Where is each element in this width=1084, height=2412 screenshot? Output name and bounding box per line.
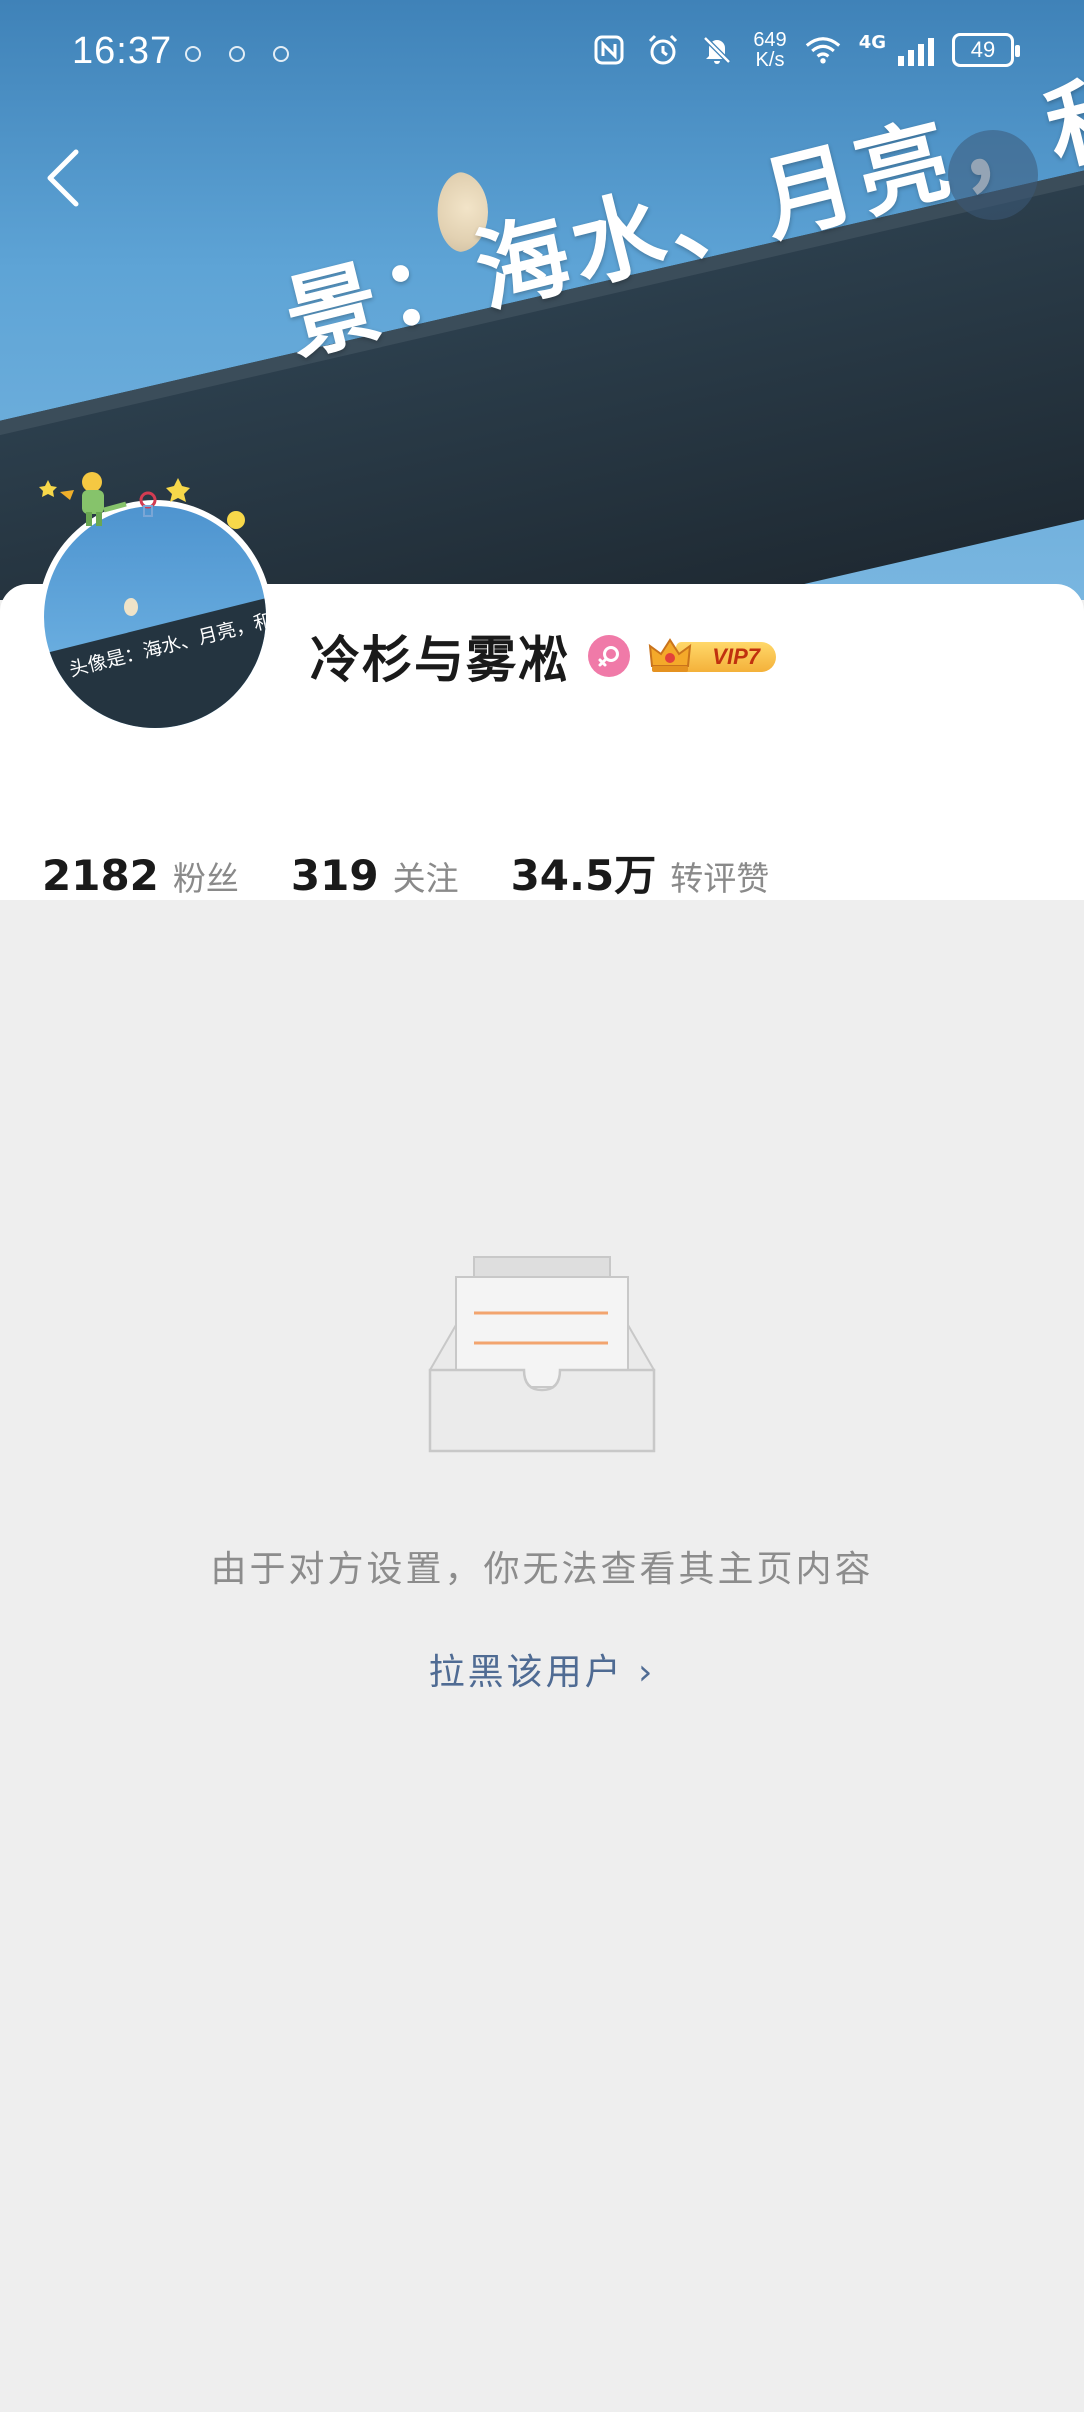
- alarm-icon: [645, 32, 681, 68]
- nfc-icon: [591, 32, 627, 68]
- followers-stat[interactable]: 2182 粉丝: [42, 851, 239, 900]
- network-type: 4G: [858, 32, 886, 53]
- following-count: 319: [290, 851, 379, 900]
- reposts-comments-likes-label: 转评赞: [670, 859, 770, 898]
- vip-badge[interactable]: VIP7: [648, 636, 776, 676]
- following-stat[interactable]: 319 关注: [291, 851, 459, 900]
- notification-icons: [185, 46, 289, 62]
- battery-icon: 49: [952, 33, 1020, 67]
- notification-icon: [273, 46, 289, 62]
- username-row: 冷杉与雾凇 VIP7: [310, 620, 776, 692]
- reposts-comments-likes-stat[interactable]: 34.5万 转评赞: [511, 842, 770, 903]
- network-speed: 649 K/s: [753, 29, 787, 71]
- crown-icon: [648, 638, 692, 672]
- reposts-comments-likes-count: 34.5万: [510, 851, 657, 900]
- signal-icon: [898, 34, 934, 66]
- status-time: 16:37: [72, 30, 173, 72]
- status-bar: 16:37 649 K/s 4G 49: [0, 0, 1084, 110]
- followers-count: 2182: [42, 851, 159, 900]
- avatar-moon: [124, 598, 138, 616]
- notification-icon: [185, 46, 201, 62]
- profile-stats: 2182 粉丝 319 关注 34.5万 转评赞: [42, 842, 821, 903]
- back-arrow-icon: [47, 149, 79, 207]
- username: 冷杉与雾凇: [310, 631, 570, 689]
- block-user-link[interactable]: 拉黑该用户 ›: [0, 1643, 1084, 1695]
- empty-inbox-icon: [428, 1256, 656, 1453]
- more-options-button[interactable]: [948, 130, 1038, 220]
- battery-level: 49: [970, 37, 996, 62]
- restricted-profile-message: 由于对方设置，你无法查看其主页内容: [210, 1549, 874, 1590]
- followers-label: 粉丝: [172, 859, 239, 898]
- mute-icon: [699, 32, 735, 68]
- wifi-icon: [805, 32, 841, 68]
- avatar[interactable]: 头像是：海水、月亮，和一些心碎: [38, 500, 272, 734]
- back-button[interactable]: [30, 140, 94, 216]
- notification-icon: [229, 46, 245, 62]
- female-gender-icon: [588, 635, 630, 677]
- following-label: 关注: [392, 859, 459, 898]
